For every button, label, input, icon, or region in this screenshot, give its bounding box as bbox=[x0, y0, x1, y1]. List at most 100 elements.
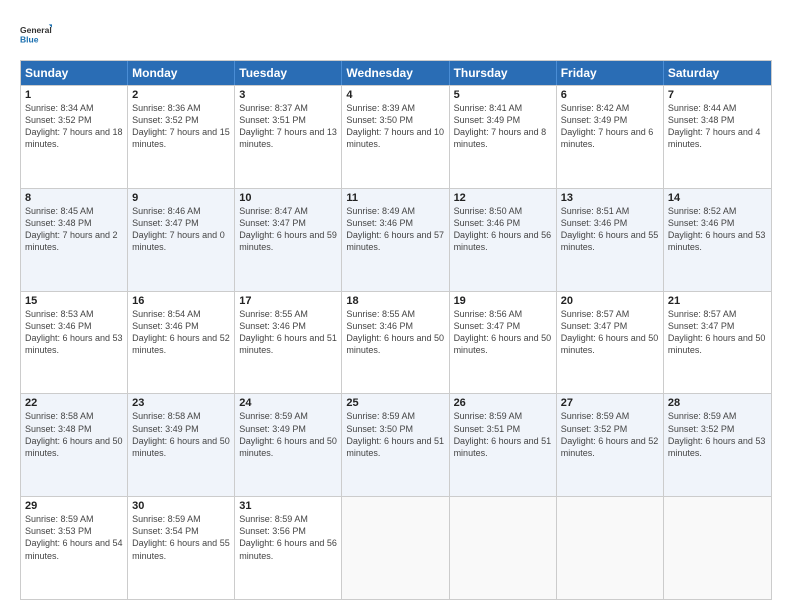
calendar: SundayMondayTuesdayWednesdayThursdayFrid… bbox=[20, 60, 772, 600]
cell-content: Sunrise: 8:42 AM Sunset: 3:49 PM Dayligh… bbox=[561, 102, 659, 151]
cal-cell-day-12: 12 Sunrise: 8:50 AM Sunset: 3:46 PM Dayl… bbox=[450, 189, 557, 291]
cell-content: Sunrise: 8:59 AM Sunset: 3:52 PM Dayligh… bbox=[668, 410, 767, 459]
cell-content: Sunrise: 8:59 AM Sunset: 3:56 PM Dayligh… bbox=[239, 513, 337, 562]
cell-content: Sunrise: 8:36 AM Sunset: 3:52 PM Dayligh… bbox=[132, 102, 230, 151]
cell-content: Sunrise: 8:49 AM Sunset: 3:46 PM Dayligh… bbox=[346, 205, 444, 254]
cal-cell-empty bbox=[557, 497, 664, 599]
cal-cell-day-24: 24 Sunrise: 8:59 AM Sunset: 3:49 PM Dayl… bbox=[235, 394, 342, 496]
cell-content: Sunrise: 8:47 AM Sunset: 3:47 PM Dayligh… bbox=[239, 205, 337, 254]
day-number: 1 bbox=[25, 89, 123, 101]
cal-cell-day-22: 22 Sunrise: 8:58 AM Sunset: 3:48 PM Dayl… bbox=[21, 394, 128, 496]
cell-content: Sunrise: 8:56 AM Sunset: 3:47 PM Dayligh… bbox=[454, 308, 552, 357]
day-number: 7 bbox=[668, 89, 767, 101]
cell-content: Sunrise: 8:50 AM Sunset: 3:46 PM Dayligh… bbox=[454, 205, 552, 254]
day-number: 4 bbox=[346, 89, 444, 101]
day-number: 13 bbox=[561, 192, 659, 204]
cal-header-friday: Friday bbox=[557, 61, 664, 85]
cell-content: Sunrise: 8:34 AM Sunset: 3:52 PM Dayligh… bbox=[25, 102, 123, 151]
cal-cell-day-11: 11 Sunrise: 8:49 AM Sunset: 3:46 PM Dayl… bbox=[342, 189, 449, 291]
cell-content: Sunrise: 8:39 AM Sunset: 3:50 PM Dayligh… bbox=[346, 102, 444, 151]
day-number: 26 bbox=[454, 397, 552, 409]
cal-cell-day-28: 28 Sunrise: 8:59 AM Sunset: 3:52 PM Dayl… bbox=[664, 394, 771, 496]
cell-content: Sunrise: 8:52 AM Sunset: 3:46 PM Dayligh… bbox=[668, 205, 767, 254]
logo-svg: General Blue bbox=[20, 18, 52, 50]
cal-cell-day-6: 6 Sunrise: 8:42 AM Sunset: 3:49 PM Dayli… bbox=[557, 86, 664, 188]
day-number: 15 bbox=[25, 295, 123, 307]
day-number: 12 bbox=[454, 192, 552, 204]
cal-cell-day-31: 31 Sunrise: 8:59 AM Sunset: 3:56 PM Dayl… bbox=[235, 497, 342, 599]
cell-content: Sunrise: 8:59 AM Sunset: 3:50 PM Dayligh… bbox=[346, 410, 444, 459]
cell-content: Sunrise: 8:37 AM Sunset: 3:51 PM Dayligh… bbox=[239, 102, 337, 151]
day-number: 10 bbox=[239, 192, 337, 204]
cell-content: Sunrise: 8:59 AM Sunset: 3:53 PM Dayligh… bbox=[25, 513, 123, 562]
day-number: 6 bbox=[561, 89, 659, 101]
cell-content: Sunrise: 8:59 AM Sunset: 3:54 PM Dayligh… bbox=[132, 513, 230, 562]
cell-content: Sunrise: 8:58 AM Sunset: 3:49 PM Dayligh… bbox=[132, 410, 230, 459]
day-number: 28 bbox=[668, 397, 767, 409]
cell-content: Sunrise: 8:57 AM Sunset: 3:47 PM Dayligh… bbox=[668, 308, 767, 357]
cal-week-4: 22 Sunrise: 8:58 AM Sunset: 3:48 PM Dayl… bbox=[21, 393, 771, 496]
day-number: 21 bbox=[668, 295, 767, 307]
svg-text:Blue: Blue bbox=[20, 35, 39, 45]
day-number: 5 bbox=[454, 89, 552, 101]
day-number: 23 bbox=[132, 397, 230, 409]
cal-cell-day-2: 2 Sunrise: 8:36 AM Sunset: 3:52 PM Dayli… bbox=[128, 86, 235, 188]
day-number: 31 bbox=[239, 500, 337, 512]
cal-cell-day-30: 30 Sunrise: 8:59 AM Sunset: 3:54 PM Dayl… bbox=[128, 497, 235, 599]
header: General Blue bbox=[20, 18, 772, 50]
cal-cell-day-15: 15 Sunrise: 8:53 AM Sunset: 3:46 PM Dayl… bbox=[21, 292, 128, 394]
day-number: 19 bbox=[454, 295, 552, 307]
cal-cell-day-29: 29 Sunrise: 8:59 AM Sunset: 3:53 PM Dayl… bbox=[21, 497, 128, 599]
cal-header-thursday: Thursday bbox=[450, 61, 557, 85]
day-number: 18 bbox=[346, 295, 444, 307]
cal-header-wednesday: Wednesday bbox=[342, 61, 449, 85]
cal-cell-day-13: 13 Sunrise: 8:51 AM Sunset: 3:46 PM Dayl… bbox=[557, 189, 664, 291]
day-number: 22 bbox=[25, 397, 123, 409]
cell-content: Sunrise: 8:53 AM Sunset: 3:46 PM Dayligh… bbox=[25, 308, 123, 357]
day-number: 27 bbox=[561, 397, 659, 409]
day-number: 9 bbox=[132, 192, 230, 204]
cal-cell-day-16: 16 Sunrise: 8:54 AM Sunset: 3:46 PM Dayl… bbox=[128, 292, 235, 394]
cal-cell-empty bbox=[450, 497, 557, 599]
cal-header-monday: Monday bbox=[128, 61, 235, 85]
cell-content: Sunrise: 8:57 AM Sunset: 3:47 PM Dayligh… bbox=[561, 308, 659, 357]
cal-week-2: 8 Sunrise: 8:45 AM Sunset: 3:48 PM Dayli… bbox=[21, 188, 771, 291]
cell-content: Sunrise: 8:54 AM Sunset: 3:46 PM Dayligh… bbox=[132, 308, 230, 357]
cal-cell-day-4: 4 Sunrise: 8:39 AM Sunset: 3:50 PM Dayli… bbox=[342, 86, 449, 188]
cal-cell-day-9: 9 Sunrise: 8:46 AM Sunset: 3:47 PM Dayli… bbox=[128, 189, 235, 291]
day-number: 24 bbox=[239, 397, 337, 409]
cal-cell-day-5: 5 Sunrise: 8:41 AM Sunset: 3:49 PM Dayli… bbox=[450, 86, 557, 188]
cell-content: Sunrise: 8:44 AM Sunset: 3:48 PM Dayligh… bbox=[668, 102, 767, 151]
cell-content: Sunrise: 8:55 AM Sunset: 3:46 PM Dayligh… bbox=[346, 308, 444, 357]
cal-cell-day-18: 18 Sunrise: 8:55 AM Sunset: 3:46 PM Dayl… bbox=[342, 292, 449, 394]
cal-header-sunday: Sunday bbox=[21, 61, 128, 85]
cell-content: Sunrise: 8:46 AM Sunset: 3:47 PM Dayligh… bbox=[132, 205, 230, 254]
cal-header-saturday: Saturday bbox=[664, 61, 771, 85]
cal-header-tuesday: Tuesday bbox=[235, 61, 342, 85]
cal-cell-day-8: 8 Sunrise: 8:45 AM Sunset: 3:48 PM Dayli… bbox=[21, 189, 128, 291]
day-number: 8 bbox=[25, 192, 123, 204]
cal-cell-day-19: 19 Sunrise: 8:56 AM Sunset: 3:47 PM Dayl… bbox=[450, 292, 557, 394]
day-number: 30 bbox=[132, 500, 230, 512]
cal-cell-day-23: 23 Sunrise: 8:58 AM Sunset: 3:49 PM Dayl… bbox=[128, 394, 235, 496]
day-number: 11 bbox=[346, 192, 444, 204]
cell-content: Sunrise: 8:59 AM Sunset: 3:49 PM Dayligh… bbox=[239, 410, 337, 459]
cell-content: Sunrise: 8:51 AM Sunset: 3:46 PM Dayligh… bbox=[561, 205, 659, 254]
cal-cell-day-3: 3 Sunrise: 8:37 AM Sunset: 3:51 PM Dayli… bbox=[235, 86, 342, 188]
cell-content: Sunrise: 8:59 AM Sunset: 3:51 PM Dayligh… bbox=[454, 410, 552, 459]
cal-cell-day-21: 21 Sunrise: 8:57 AM Sunset: 3:47 PM Dayl… bbox=[664, 292, 771, 394]
cell-content: Sunrise: 8:41 AM Sunset: 3:49 PM Dayligh… bbox=[454, 102, 552, 151]
logo: General Blue bbox=[20, 18, 52, 50]
cal-week-5: 29 Sunrise: 8:59 AM Sunset: 3:53 PM Dayl… bbox=[21, 496, 771, 599]
day-number: 20 bbox=[561, 295, 659, 307]
cal-cell-empty bbox=[664, 497, 771, 599]
cal-cell-empty bbox=[342, 497, 449, 599]
cell-content: Sunrise: 8:59 AM Sunset: 3:52 PM Dayligh… bbox=[561, 410, 659, 459]
page: General Blue SundayMondayTuesdayWednesda… bbox=[0, 0, 792, 612]
cal-cell-day-10: 10 Sunrise: 8:47 AM Sunset: 3:47 PM Dayl… bbox=[235, 189, 342, 291]
day-number: 3 bbox=[239, 89, 337, 101]
day-number: 14 bbox=[668, 192, 767, 204]
cal-cell-day-1: 1 Sunrise: 8:34 AM Sunset: 3:52 PM Dayli… bbox=[21, 86, 128, 188]
cal-cell-day-14: 14 Sunrise: 8:52 AM Sunset: 3:46 PM Dayl… bbox=[664, 189, 771, 291]
cal-cell-day-25: 25 Sunrise: 8:59 AM Sunset: 3:50 PM Dayl… bbox=[342, 394, 449, 496]
